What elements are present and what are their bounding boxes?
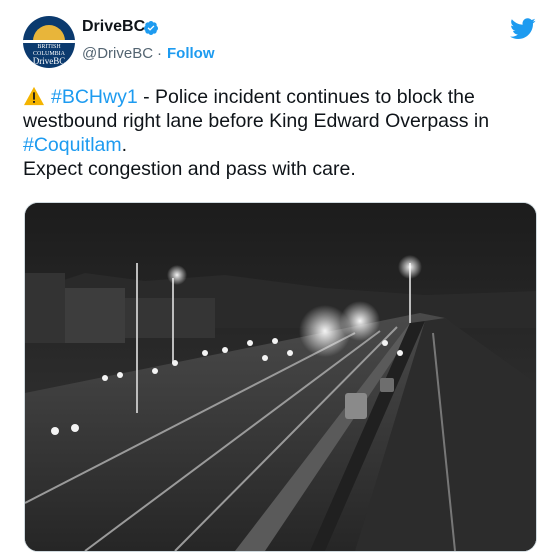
highway-camera-image[interactable] <box>24 202 537 552</box>
tweet-text: #BCHwy1 - Police incident continues to b… <box>23 85 543 181</box>
camera-scene <box>25 203 536 551</box>
tweet-text-line2: Expect congestion and pass with care. <box>23 158 356 180</box>
user-handle[interactable]: @DriveBC <box>82 45 153 62</box>
avatar[interactable]: BRITISH COLUMBIA DriveBC <box>23 16 75 68</box>
tweet-text-part2: . <box>121 134 128 156</box>
verified-badge-icon <box>143 21 158 35</box>
twitter-bird-icon[interactable] <box>510 18 536 40</box>
separator-dot: · <box>157 45 162 62</box>
display-name[interactable]: DriveBC <box>82 18 145 36</box>
tweet-card: BRITISH COLUMBIA DriveBC DriveBC @DriveB… <box>0 0 554 555</box>
hashtag-link-coquitlam[interactable]: #Coquitlam <box>23 134 122 156</box>
avatar-logo-text: DriveBC <box>32 56 66 66</box>
hashtag-link-bchwy1[interactable]: #BCHwy1 <box>51 86 138 108</box>
follow-button[interactable]: Follow <box>167 45 215 62</box>
warning-icon <box>24 86 44 106</box>
